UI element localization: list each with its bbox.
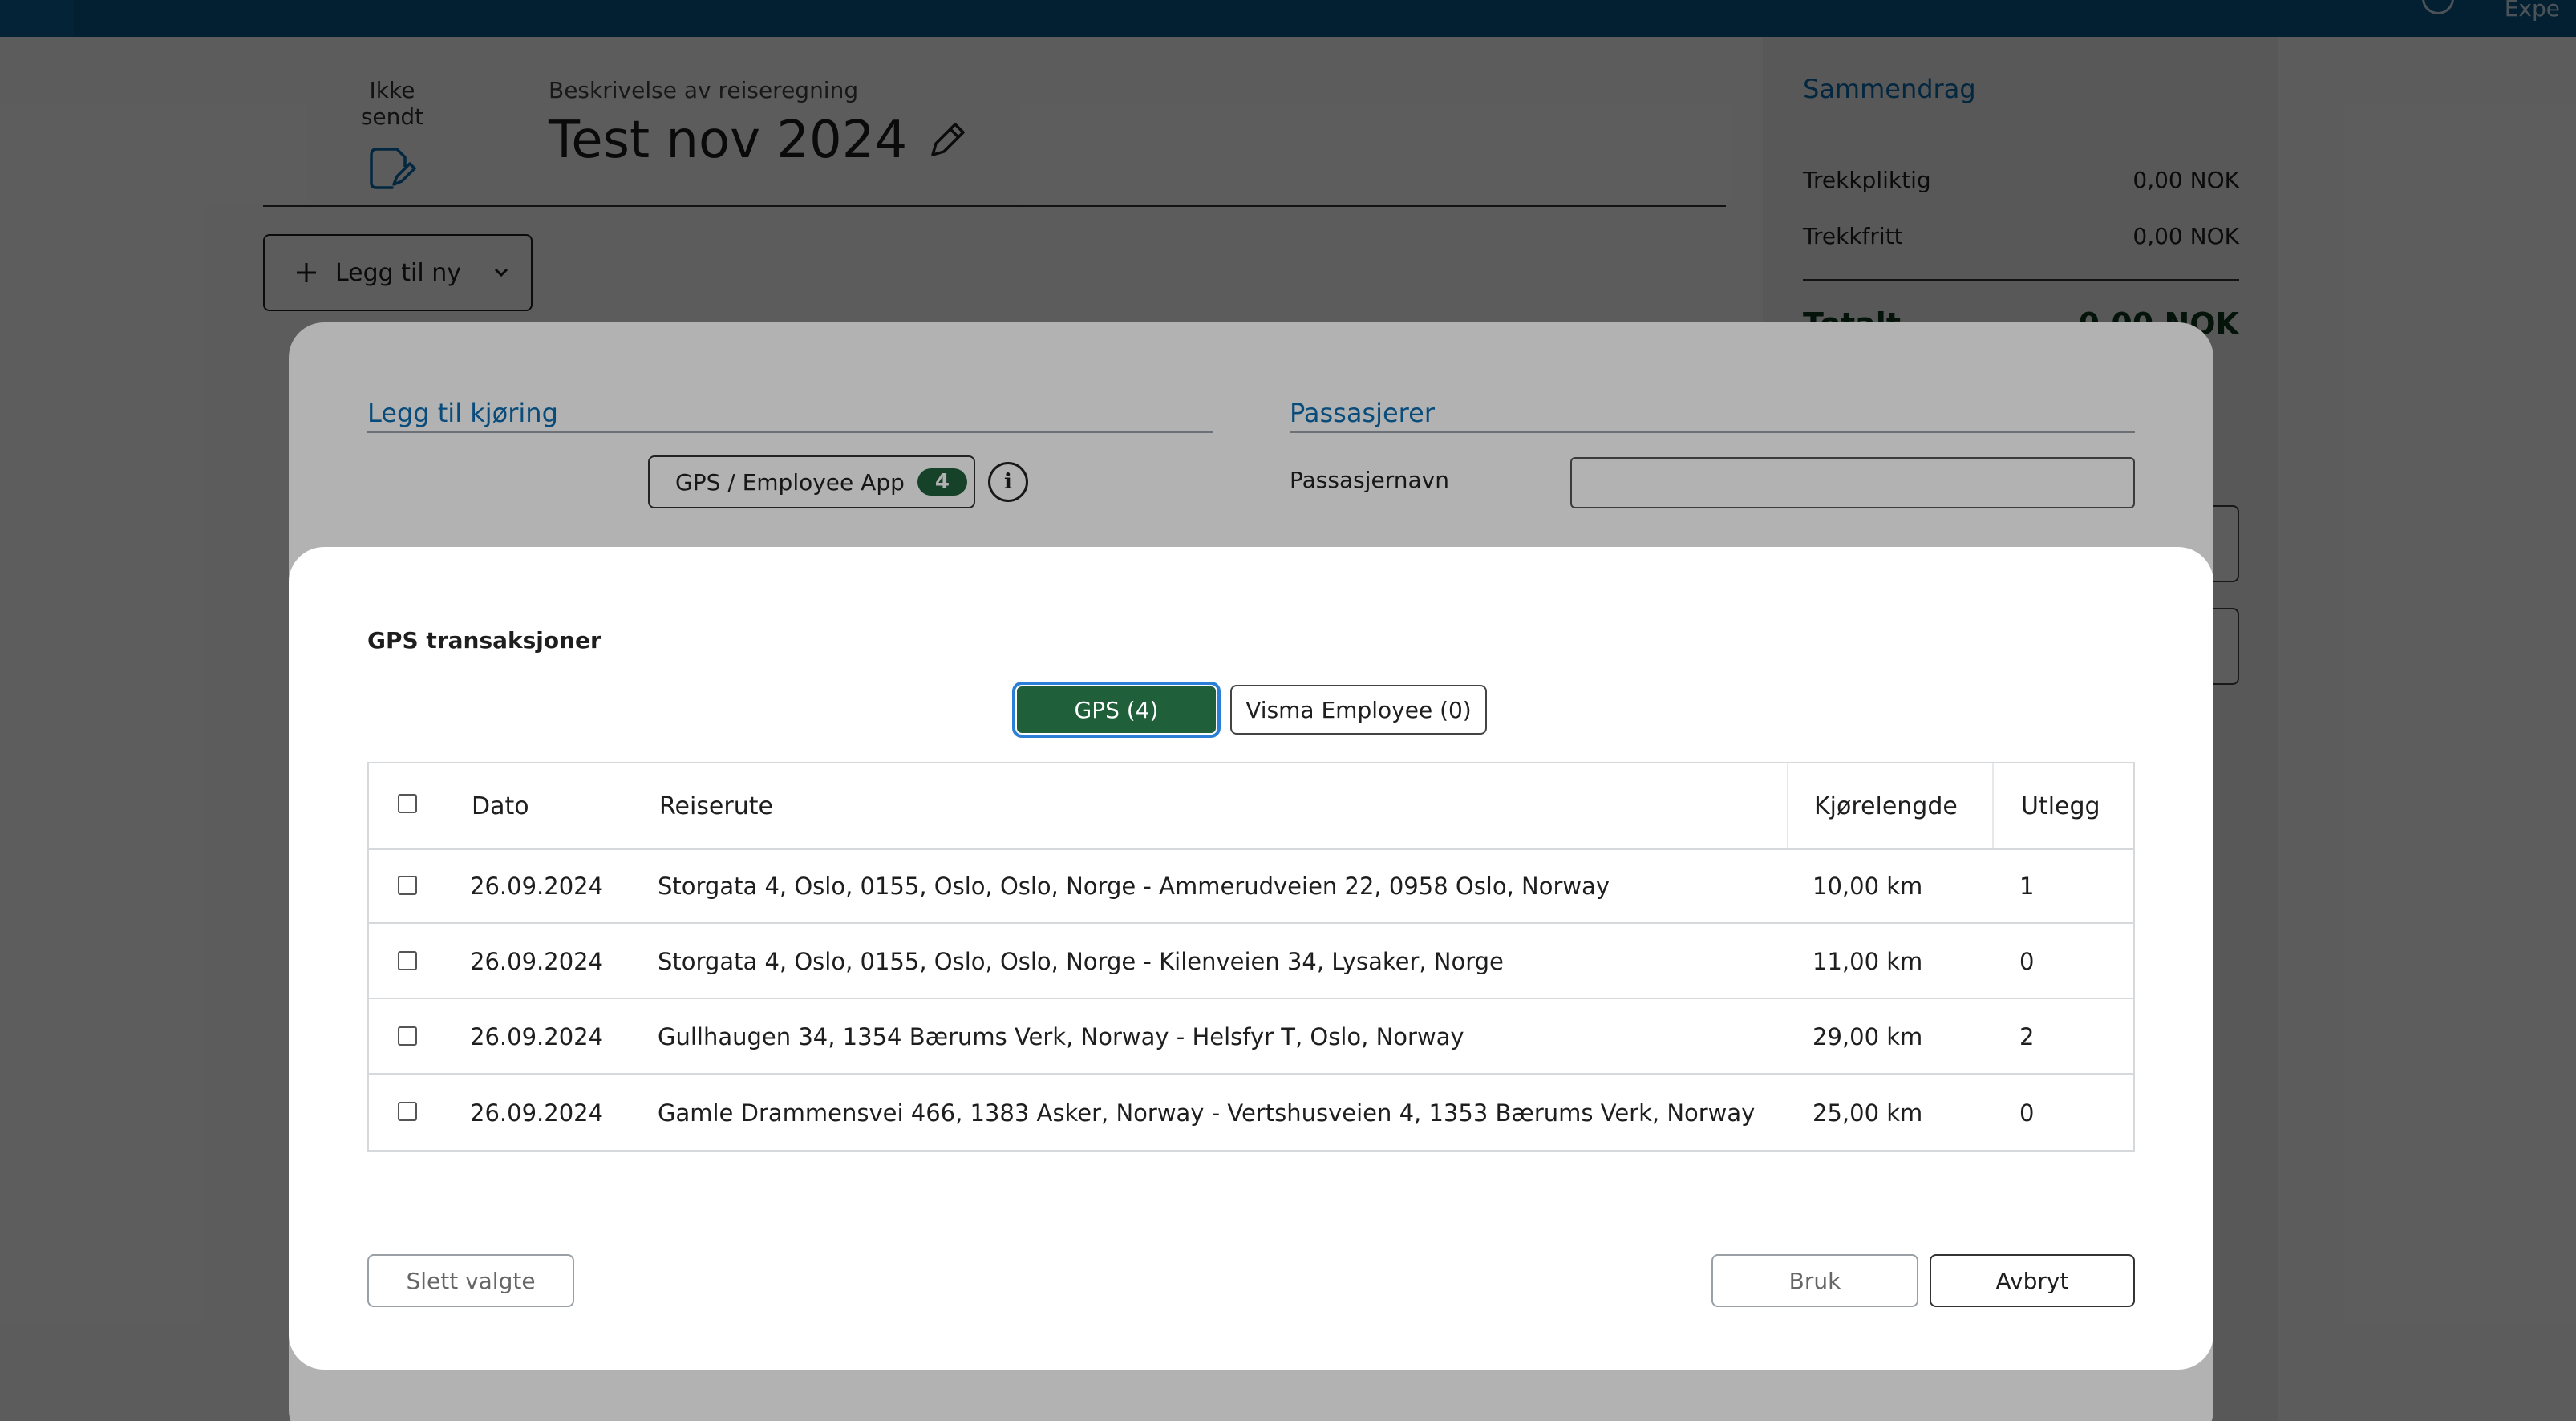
row-checkbox[interactable] bbox=[398, 951, 417, 970]
column-separator bbox=[1787, 763, 1788, 848]
row-expenses: 1 bbox=[2019, 872, 2035, 900]
row-distance: 25,00 km bbox=[1813, 1099, 1923, 1127]
table-row[interactable]: 26.09.2024 Gamle Drammensvei 466, 1383 A… bbox=[369, 1076, 2133, 1150]
column-header-date: Dato bbox=[472, 791, 529, 820]
column-header-route: Reiserute bbox=[659, 791, 773, 820]
table-row[interactable]: 26.09.2024 Gullhaugen 34, 1354 Bærums Ve… bbox=[369, 1001, 2133, 1075]
tab-gps[interactable]: GPS (4) bbox=[1015, 685, 1217, 735]
row-date: 26.09.2024 bbox=[470, 1099, 604, 1127]
row-checkbox[interactable] bbox=[398, 1102, 417, 1121]
row-route: Storgata 4, Oslo, 0155, Oslo, Oslo, Norg… bbox=[658, 872, 1610, 900]
column-header-expenses: Utlegg bbox=[2021, 791, 2100, 820]
tab-visma-employee[interactable]: Visma Employee (0) bbox=[1230, 685, 1487, 735]
row-date: 26.09.2024 bbox=[470, 1023, 604, 1051]
row-checkbox[interactable] bbox=[398, 1026, 417, 1046]
table-row[interactable]: 26.09.2024 Storgata 4, Oslo, 0155, Oslo,… bbox=[369, 925, 2133, 999]
table-header-row: Dato Reiserute Kjørelengde Utlegg bbox=[369, 763, 2133, 850]
row-route: Gamle Drammensvei 466, 1383 Asker, Norwa… bbox=[658, 1099, 1756, 1127]
gps-transactions-table: Dato Reiserute Kjørelengde Utlegg 26.09.… bbox=[367, 762, 2135, 1152]
column-separator bbox=[1992, 763, 1994, 848]
use-button[interactable]: Bruk bbox=[1711, 1254, 1918, 1307]
row-checkbox[interactable] bbox=[398, 876, 417, 895]
select-all-checkbox[interactable] bbox=[398, 794, 417, 813]
column-header-distance: Kjørelengde bbox=[1814, 791, 1958, 820]
row-expenses: 0 bbox=[2019, 1099, 2035, 1127]
gps-transactions-modal: GPS transaksjoner GPS (4) Visma Employee… bbox=[289, 547, 2213, 1370]
row-route: Gullhaugen 34, 1354 Bærums Verk, Norway … bbox=[658, 1023, 1464, 1051]
table-row[interactable]: 26.09.2024 Storgata 4, Oslo, 0155, Oslo,… bbox=[369, 850, 2133, 924]
cancel-button[interactable]: Avbryt bbox=[1930, 1254, 2135, 1307]
row-expenses: 2 bbox=[2019, 1023, 2035, 1051]
row-route: Storgata 4, Oslo, 0155, Oslo, Oslo, Norg… bbox=[658, 948, 1504, 975]
row-distance: 29,00 km bbox=[1813, 1023, 1923, 1051]
modal-title: GPS transaksjoner bbox=[367, 627, 601, 654]
row-date: 26.09.2024 bbox=[470, 948, 604, 975]
row-distance: 10,00 km bbox=[1813, 872, 1923, 900]
row-expenses: 0 bbox=[2019, 948, 2035, 975]
delete-selected-button[interactable]: Slett valgte bbox=[367, 1254, 574, 1307]
row-distance: 11,00 km bbox=[1813, 948, 1923, 975]
row-date: 26.09.2024 bbox=[470, 872, 604, 900]
